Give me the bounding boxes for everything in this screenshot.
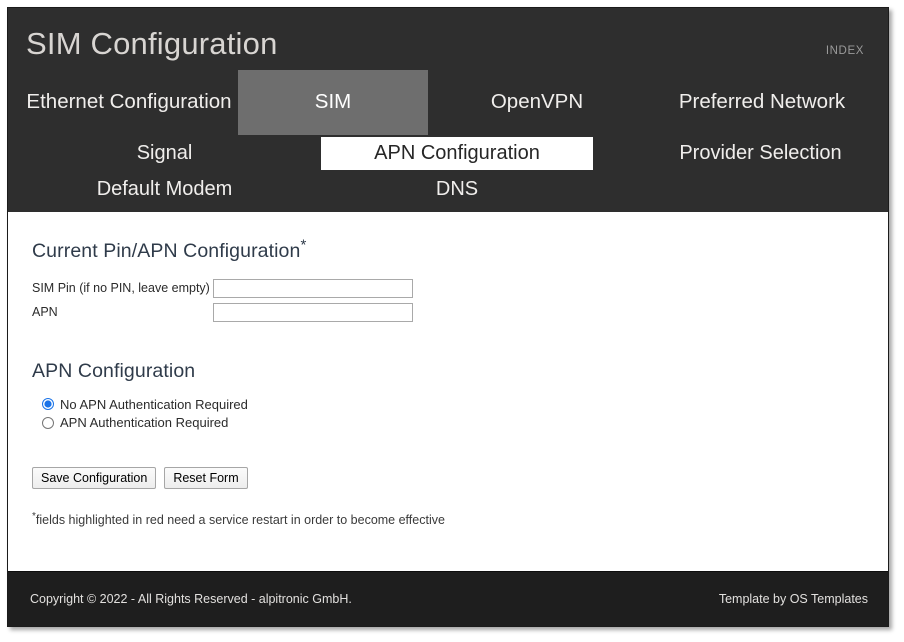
subtab-dns[interactable]: DNS	[321, 173, 593, 206]
subtab-provider-selection[interactable]: Provider Selection	[593, 137, 888, 170]
index-link[interactable]: INDEX	[826, 45, 866, 57]
subtab-signal[interactable]: Signal	[8, 137, 321, 170]
tab-ethernet-configuration[interactable]: Ethernet Configuration	[20, 70, 238, 135]
subtab-default-modem[interactable]: Default Modem	[8, 173, 321, 206]
reset-form-button[interactable]: Reset Form	[164, 466, 248, 490]
section-heading-text: Current Pin/APN Configuration	[32, 239, 301, 262]
tab-sim[interactable]: SIM	[238, 69, 428, 135]
copyright-text: Copyright © 2022 - All Rights Reserved -…	[30, 592, 352, 606]
footnote-text: fields highlighted in red need a service…	[35, 513, 445, 528]
field-row-sim-pin: SIM Pin (if no PIN, leave empty)	[32, 278, 864, 298]
sim-pin-input[interactable]	[213, 278, 413, 298]
form-button-bar: Save Configuration Reset Form	[32, 466, 864, 490]
site-header: SIM Configuration INDEX Ethernet Configu…	[8, 8, 888, 212]
primary-navigation: Ethernet Configuration SIM OpenVPN Prefe…	[8, 69, 888, 135]
secondary-nav-row-2: Default Modem DNS	[8, 173, 888, 206]
form-footnote: *fields highlighted in red need a servic…	[32, 512, 864, 528]
radio-label-apn-authentication-required[interactable]: APN Authentication Required	[60, 415, 228, 431]
page-frame: SIM Configuration INDEX Ethernet Configu…	[7, 7, 889, 627]
label-apn: APN	[32, 305, 58, 320]
label-sim-pin: SIM Pin (if no PIN, leave empty)	[32, 281, 210, 296]
radio-row-auth-required[interactable]: APN Authentication Required	[32, 415, 864, 431]
tab-openvpn[interactable]: OpenVPN	[428, 70, 646, 135]
radio-no-apn-authentication[interactable]	[42, 398, 54, 411]
main-content: Current Pin/APN Configuration* SIM Pin (…	[8, 211, 888, 571]
radio-label-no-apn-authentication[interactable]: No APN Authentication Required	[60, 397, 248, 413]
apn-input[interactable]	[213, 302, 413, 322]
section-heading-current-pin-apn: Current Pin/APN Configuration*	[32, 237, 864, 263]
apn-authentication-radio-group: No APN Authentication Required APN Authe…	[32, 397, 864, 431]
secondary-navigation: Signal APN Configuration Provider Select…	[8, 135, 888, 212]
template-credit-link[interactable]: Template by OS Templates	[719, 592, 868, 606]
subtab-apn-configuration[interactable]: APN Configuration	[321, 136, 593, 170]
radio-row-no-auth[interactable]: No APN Authentication Required	[32, 397, 864, 413]
tab-preferred-network[interactable]: Preferred Network	[646, 70, 878, 135]
heading-asterisk: *	[300, 236, 307, 254]
header-top-row: SIM Configuration INDEX	[8, 8, 888, 70]
section-heading-apn-configuration: APN Configuration	[32, 359, 196, 382]
site-footer: Copyright © 2022 - All Rights Reserved -…	[8, 571, 888, 626]
radio-apn-authentication-required[interactable]	[42, 417, 54, 430]
secondary-nav-row-1: Signal APN Configuration Provider Select…	[8, 136, 888, 170]
save-configuration-button[interactable]: Save Configuration	[32, 466, 157, 490]
page-title: SIM Configuration	[26, 26, 278, 61]
field-row-apn: APN	[32, 302, 864, 322]
